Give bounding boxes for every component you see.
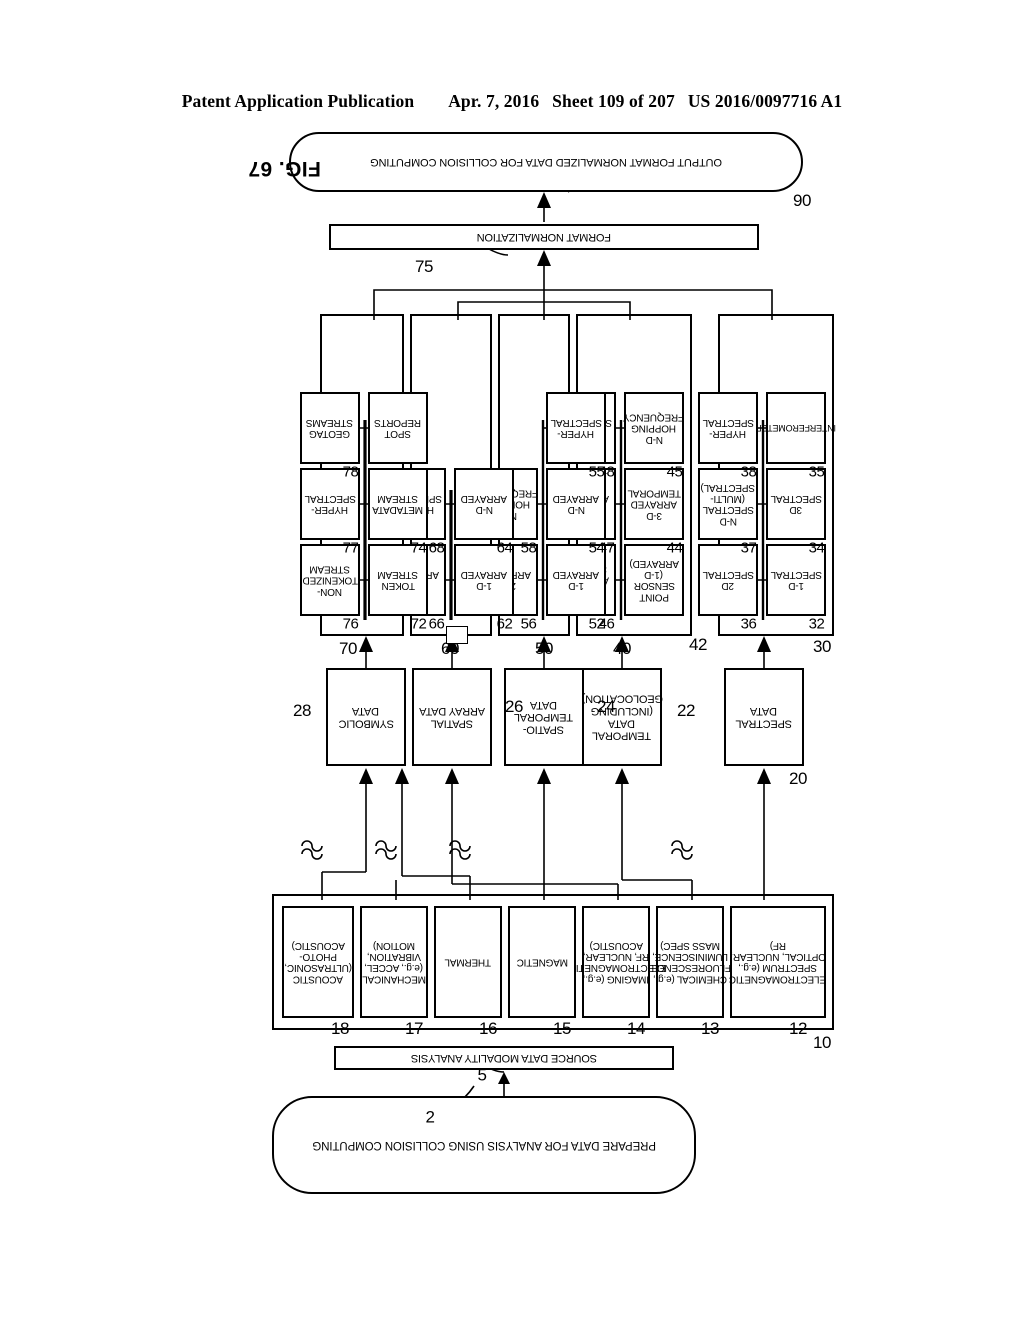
box-metadata-stream: METADATA STREAM <box>368 468 428 540</box>
source-data-modality-analysis-bar: SOURCE DATA MODALITY ANALYSIS <box>334 1046 674 1070</box>
ref-62: 62 <box>496 615 513 633</box>
ref-5: 5 <box>477 1065 487 1085</box>
ref-70: 70 <box>339 639 357 659</box>
ref-12: 12 <box>789 1019 807 1039</box>
ref-77: 77 <box>342 539 359 557</box>
ref-17: 17 <box>405 1019 423 1039</box>
ref-15: 15 <box>553 1019 571 1039</box>
box-hyper-spectral-50: HYPER-SPECTRAL <box>546 392 606 464</box>
ref-38: 38 <box>740 463 757 481</box>
ref-52: 52 <box>588 615 605 633</box>
data-type-temporal: TEMPORAL DATA (INCLUDING GEOLOCATION) <box>581 668 663 766</box>
source-box-acoustic: ACOUSTIC (ULTRASONIC, PHOTO-ACOUSTIC) <box>282 906 354 1018</box>
ref-35: 35 <box>808 463 825 481</box>
data-type-symbolic: SYMBOLIC DATA <box>326 668 406 766</box>
ref-22: 22 <box>677 701 695 721</box>
data-type-spatial-array: SPATIAL ARRAY DATA <box>412 668 492 766</box>
figure-area: PREPARE DATA FOR ANALYSIS USING COLLISIO… <box>0 0 1024 1320</box>
box-spot-reports: SPOT REPORTS <box>368 392 428 464</box>
ref-16: 16 <box>479 1019 497 1039</box>
ref-26: 26 <box>505 697 523 717</box>
ref-50: 50 <box>535 639 553 659</box>
source-box-thermal: THERMAL <box>434 906 502 1018</box>
ref-30: 30 <box>813 637 831 657</box>
ref-18: 18 <box>331 1019 349 1039</box>
ref-54: 54 <box>588 539 605 557</box>
ref-72: 72 <box>410 615 427 633</box>
ref-74: 74 <box>410 539 427 557</box>
box-geotag-streams: GEOTAG STREAMS <box>300 392 360 464</box>
box-nd-hopping-frequency-40: N-D HOPPING FREQUENCY <box>624 392 684 464</box>
ref-36: 36 <box>740 615 757 633</box>
ref-75: 75 <box>415 257 433 277</box>
ref-78: 78 <box>342 463 359 481</box>
ref-10: 10 <box>813 1033 831 1053</box>
ref-68: 68 <box>428 539 445 557</box>
ref-66: 66 <box>428 615 445 633</box>
ref-42: 42 <box>689 635 707 655</box>
ref-37: 37 <box>740 539 757 557</box>
output-terminator: OUTPUT FORMAT NORMALIZED DATA FOR COLLIS… <box>289 132 803 192</box>
ref-20: 20 <box>789 769 807 789</box>
ref-34: 34 <box>808 539 825 557</box>
figure-label: FIG. 67 <box>248 157 321 180</box>
ref-40: 40 <box>613 639 631 659</box>
ref-32: 32 <box>808 615 825 633</box>
ref-90: 90 <box>793 191 811 211</box>
start-terminator: PREPARE DATA FOR ANALYSIS USING COLLISIO… <box>272 1096 696 1194</box>
ref-13: 13 <box>701 1019 719 1039</box>
ref-44: 44 <box>666 539 683 557</box>
box-nd-arrayed-60: N-D ARRAYED <box>454 468 514 540</box>
box-interferometer: INTERFEROMETER <box>756 392 836 464</box>
ref-56: 56 <box>520 615 537 633</box>
ref-24: 24 <box>597 697 615 717</box>
bus-stub-spatial-array <box>446 626 468 644</box>
ref-64: 64 <box>496 539 513 557</box>
diagram-canvas: PREPARE DATA FOR ANALYSIS USING COLLISIO… <box>152 100 872 1220</box>
ref-76: 76 <box>342 615 359 633</box>
ref-55: 55 <box>588 463 605 481</box>
ref-28: 28 <box>293 701 311 721</box>
source-box-chemical: CHEMICAL (e.g., FLUORESCENCE, LUMINISCEN… <box>649 906 731 1018</box>
box-hyper-spectral-30: HYPER-SPECTRAL <box>698 392 758 464</box>
format-normalization-bar: FORMAT NORMALIZATION <box>329 224 759 250</box>
ref-14: 14 <box>627 1019 645 1039</box>
data-type-spectral: SPECTRAL DATA <box>724 668 804 766</box>
ref-2: 2 <box>425 1107 435 1127</box>
source-box-mechanical: MECHANICAL (e.g., ACCEL, VIBRATION, MOTI… <box>360 906 428 1018</box>
ref-58: 58 <box>520 539 537 557</box>
source-box-imaging: IMAGING (e.g., ELECTROMAGNETIC, RF, NUCL… <box>566 906 666 1018</box>
ref-45: 45 <box>666 463 683 481</box>
source-box-electromagnetic: ELECTROMAGNETIC SPECTRUM (e.g., OPTICAL,… <box>729 906 827 1018</box>
source-box-magnetic: MAGNETIC <box>508 906 576 1018</box>
